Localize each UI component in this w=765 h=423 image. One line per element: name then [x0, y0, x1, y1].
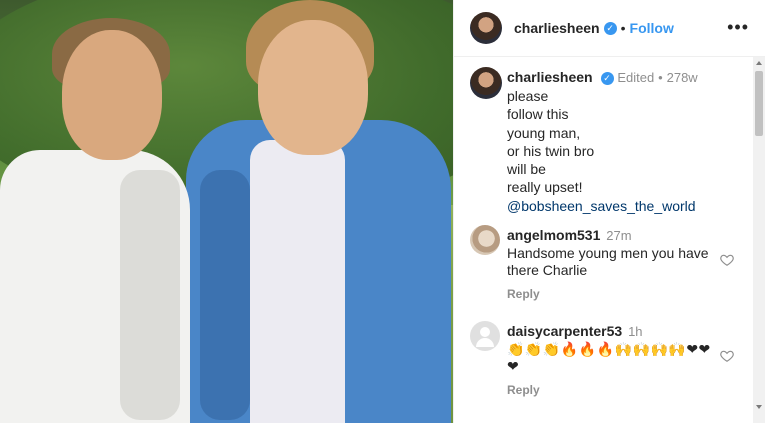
caption-timestamp[interactable]: 278w	[667, 70, 698, 85]
reply-button[interactable]: Reply	[507, 287, 540, 301]
photo-boy-left-face	[62, 30, 162, 160]
comment-text: 👏👏👏🔥🔥🔥🙌🙌🙌🙌❤❤❤	[507, 341, 711, 374]
comments-scroll-area[interactable]: charliesheen ✓ Edited • 278w please foll…	[454, 57, 754, 423]
header-separator: •	[620, 20, 626, 36]
avatar-placeholder-body	[476, 338, 494, 347]
commenter-username[interactable]: angelmom531	[507, 227, 600, 243]
caption-line: please	[507, 88, 549, 104]
post-side-panel: charliesheen ✓ • Follow ••• charliesheen…	[453, 0, 765, 423]
more-options-icon[interactable]: •••	[727, 18, 749, 36]
photo-boy-right-shade	[200, 170, 250, 420]
photo-boy-right-tshirt	[250, 140, 345, 423]
caption-line: young man,	[507, 124, 581, 141]
comment-text: Handsome young men you have there Charli…	[507, 245, 709, 278]
heart-outline-icon[interactable]	[720, 253, 734, 267]
caption-username[interactable]: charliesheen	[507, 69, 593, 85]
comment-timestamp[interactable]: 27m	[606, 228, 631, 243]
author-username[interactable]: charliesheen	[514, 20, 600, 36]
caption-line: or his twin bro	[507, 142, 595, 159]
caption-edited-label: Edited	[617, 70, 655, 85]
comment-header: angelmom531 27m	[507, 227, 632, 243]
heart-outline-icon[interactable]	[720, 349, 734, 363]
photo-boy-right-face	[258, 20, 368, 155]
scrollbar-thumb[interactable]	[755, 71, 763, 136]
scroll-down-arrow-icon[interactable]	[756, 405, 762, 409]
follow-button[interactable]: Follow	[630, 20, 674, 36]
commenter-avatar[interactable]	[470, 225, 500, 255]
photo-boy-left-shade	[120, 170, 180, 420]
post-header: charliesheen ✓ • Follow •••	[454, 0, 765, 57]
comment-timestamp[interactable]: 1h	[628, 324, 642, 339]
caption-mention-link[interactable]: @bobsheen_saves_the_world	[507, 197, 696, 215]
commenter-avatar-placeholder-icon[interactable]	[470, 321, 500, 351]
caption-separator: •	[658, 70, 663, 85]
scroll-up-arrow-icon[interactable]	[756, 61, 762, 65]
comment-header: daisycarpenter53 1h	[507, 323, 643, 339]
author-avatar[interactable]	[470, 12, 502, 44]
caption-meta: charliesheen ✓ Edited • 278w	[507, 69, 698, 85]
avatar-placeholder-head	[480, 327, 490, 337]
verified-badge-icon: ✓	[603, 21, 617, 35]
scrollbar[interactable]	[753, 57, 765, 423]
caption-author-avatar[interactable]	[470, 67, 502, 99]
reply-button[interactable]: Reply	[507, 383, 540, 397]
caption-line: really upset!	[507, 179, 583, 196]
commenter-username[interactable]: daisycarpenter53	[507, 323, 622, 339]
post-photo[interactable]	[0, 0, 453, 423]
caption-text: please follow this young man, or his twi…	[507, 87, 696, 215]
verified-badge-icon: ✓	[600, 71, 614, 85]
caption-line: will be	[507, 161, 546, 178]
caption-line: follow this	[507, 106, 569, 123]
